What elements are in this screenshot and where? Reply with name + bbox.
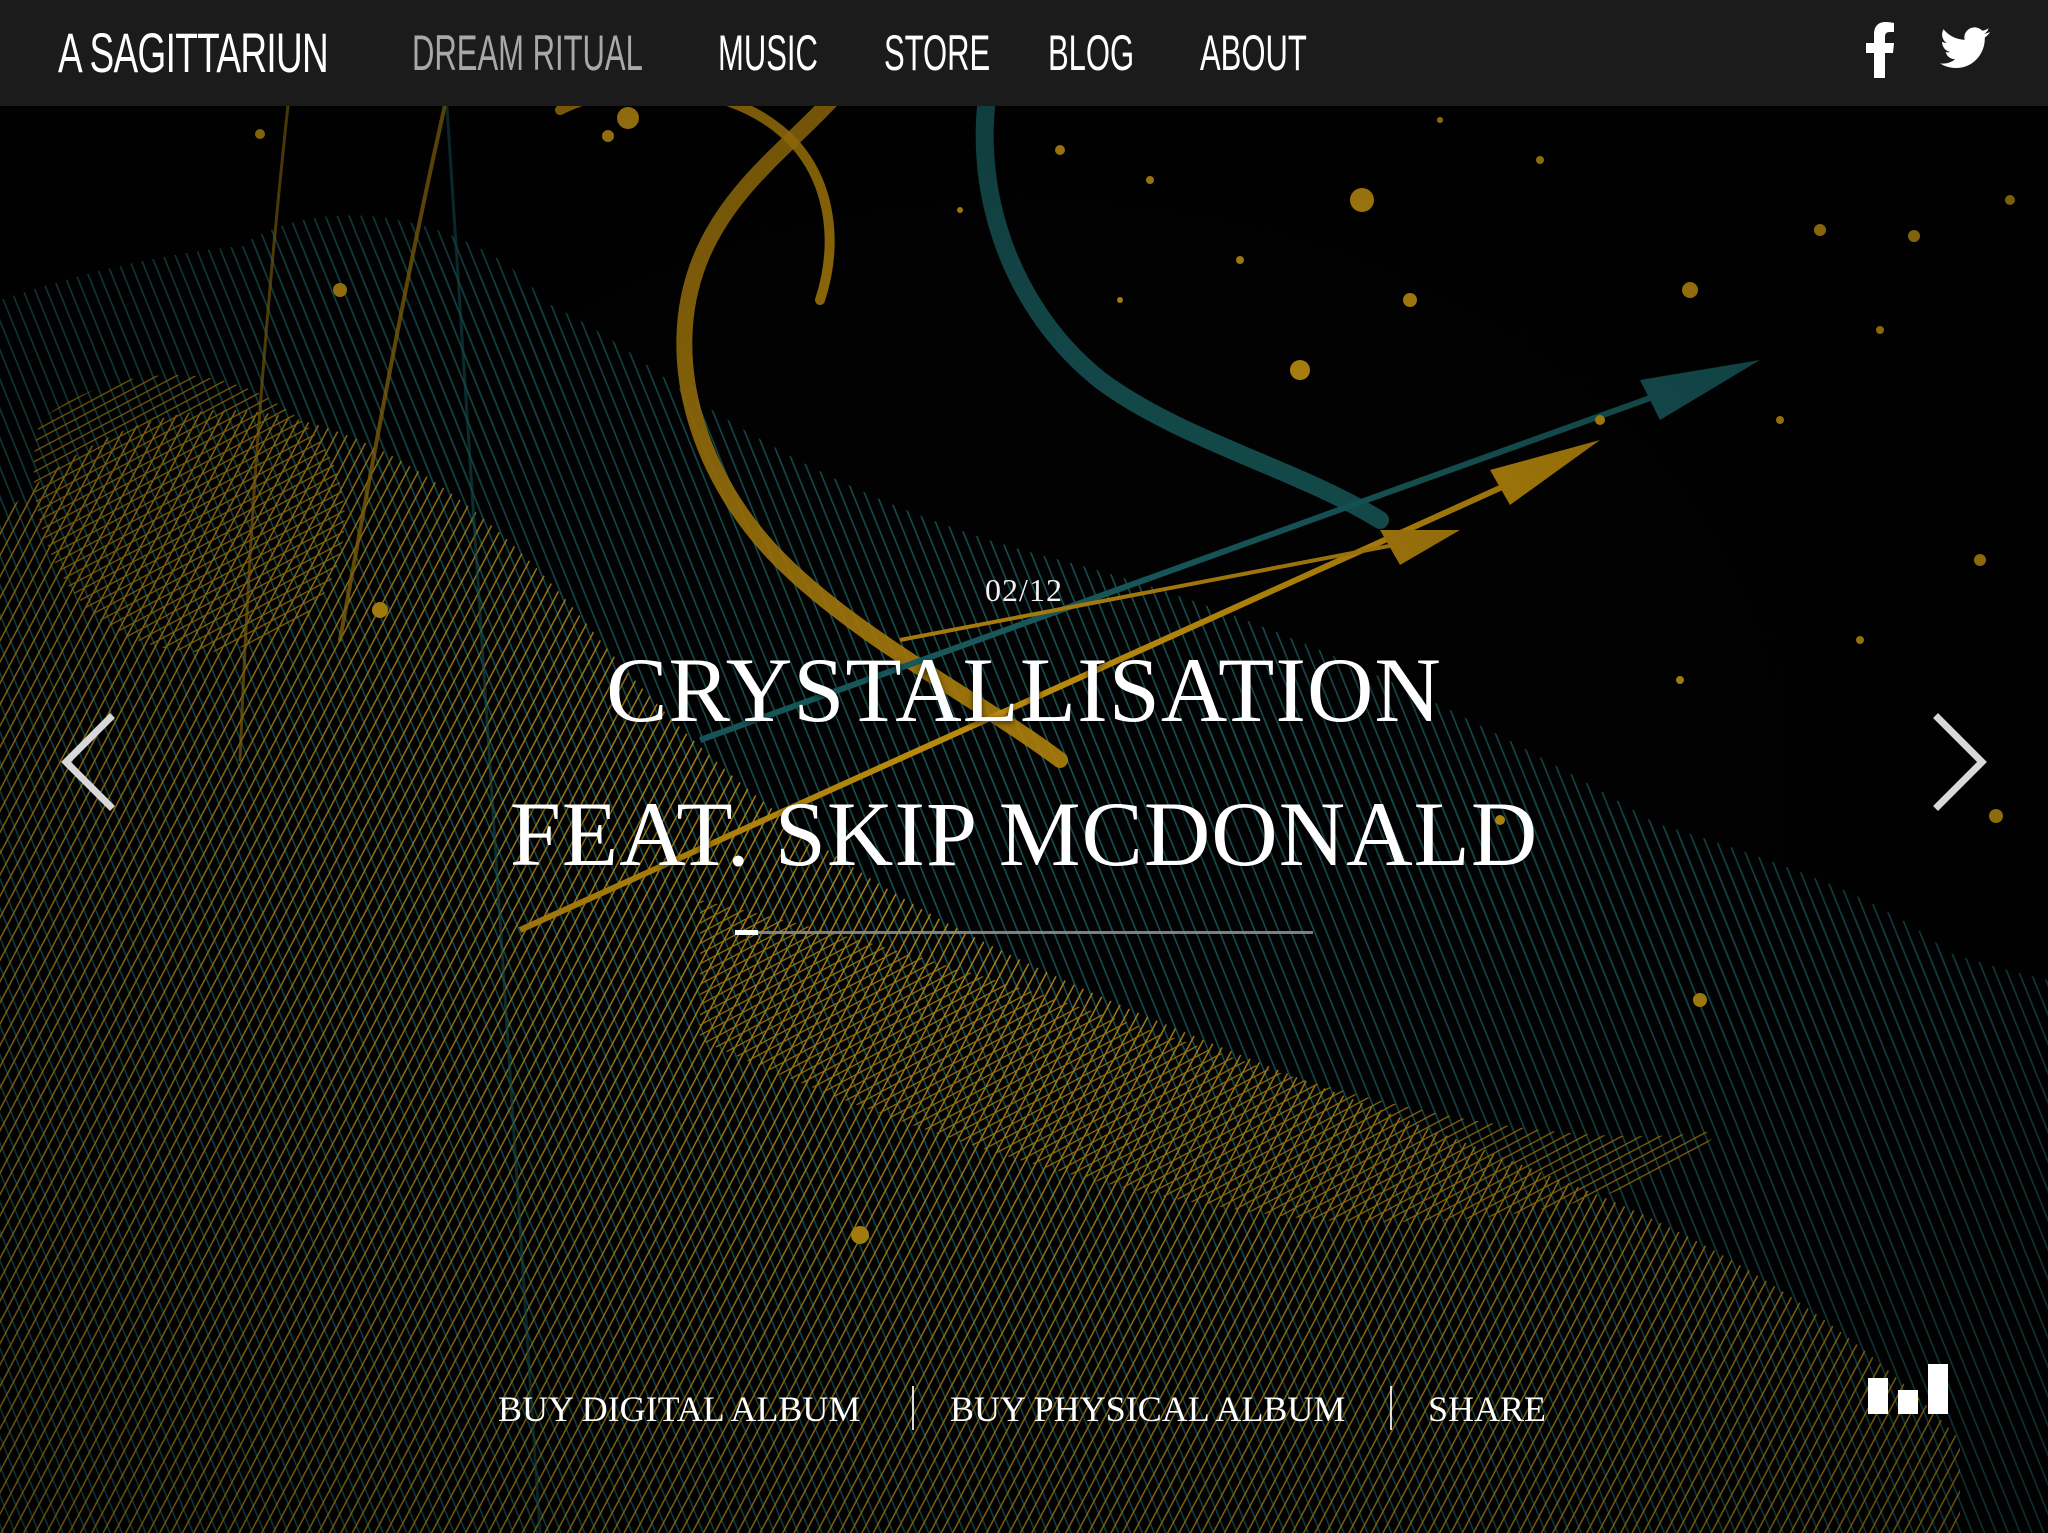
album-actions: BUY DIGITAL ALBUM BUY PHYSICAL ALBUM SHA… [0,1386,2048,1432]
nav-item-dream-ritual[interactable]: Dream Ritual [412,14,643,92]
nav-item-music[interactable]: Music [718,14,818,92]
chevron-left-icon[interactable] [58,712,118,812]
action-divider [912,1386,914,1430]
facebook-icon[interactable] [1866,22,1896,78]
nav-item-about[interactable]: About [1200,14,1307,92]
slide-counter: 02/12 [985,572,1063,608]
chevron-right-icon[interactable] [1930,712,1990,812]
nav-item-store[interactable]: Store [884,14,990,92]
slide-title-line-2: FEAT. SKIP MCDONALD [509,783,1539,885]
action-divider [1390,1386,1392,1430]
twitter-icon[interactable] [1940,22,1990,78]
audio-bars-icon[interactable] [1866,1362,1950,1414]
hero-artwork [0,0,2048,1533]
page: A Sagittariun Dream Ritual Music Store B… [0,0,2048,1533]
track-progress-fill [735,930,759,935]
share-link[interactable]: SHARE [1428,1386,1546,1432]
slide-title-line-1: CRYSTALLISATION [606,639,1442,741]
top-navigation-bar: A Sagittariun Dream Ritual Music Store B… [0,0,2048,106]
track-progress-bar[interactable] [735,930,1313,935]
buy-physical-album-link[interactable]: BUY PHYSICAL ALBUM [950,1386,1345,1432]
buy-digital-album-link[interactable]: BUY DIGITAL ALBUM [498,1386,860,1432]
nav-item-blog[interactable]: Blog [1048,14,1134,92]
brand-logo[interactable]: A Sagittariun [58,14,329,92]
